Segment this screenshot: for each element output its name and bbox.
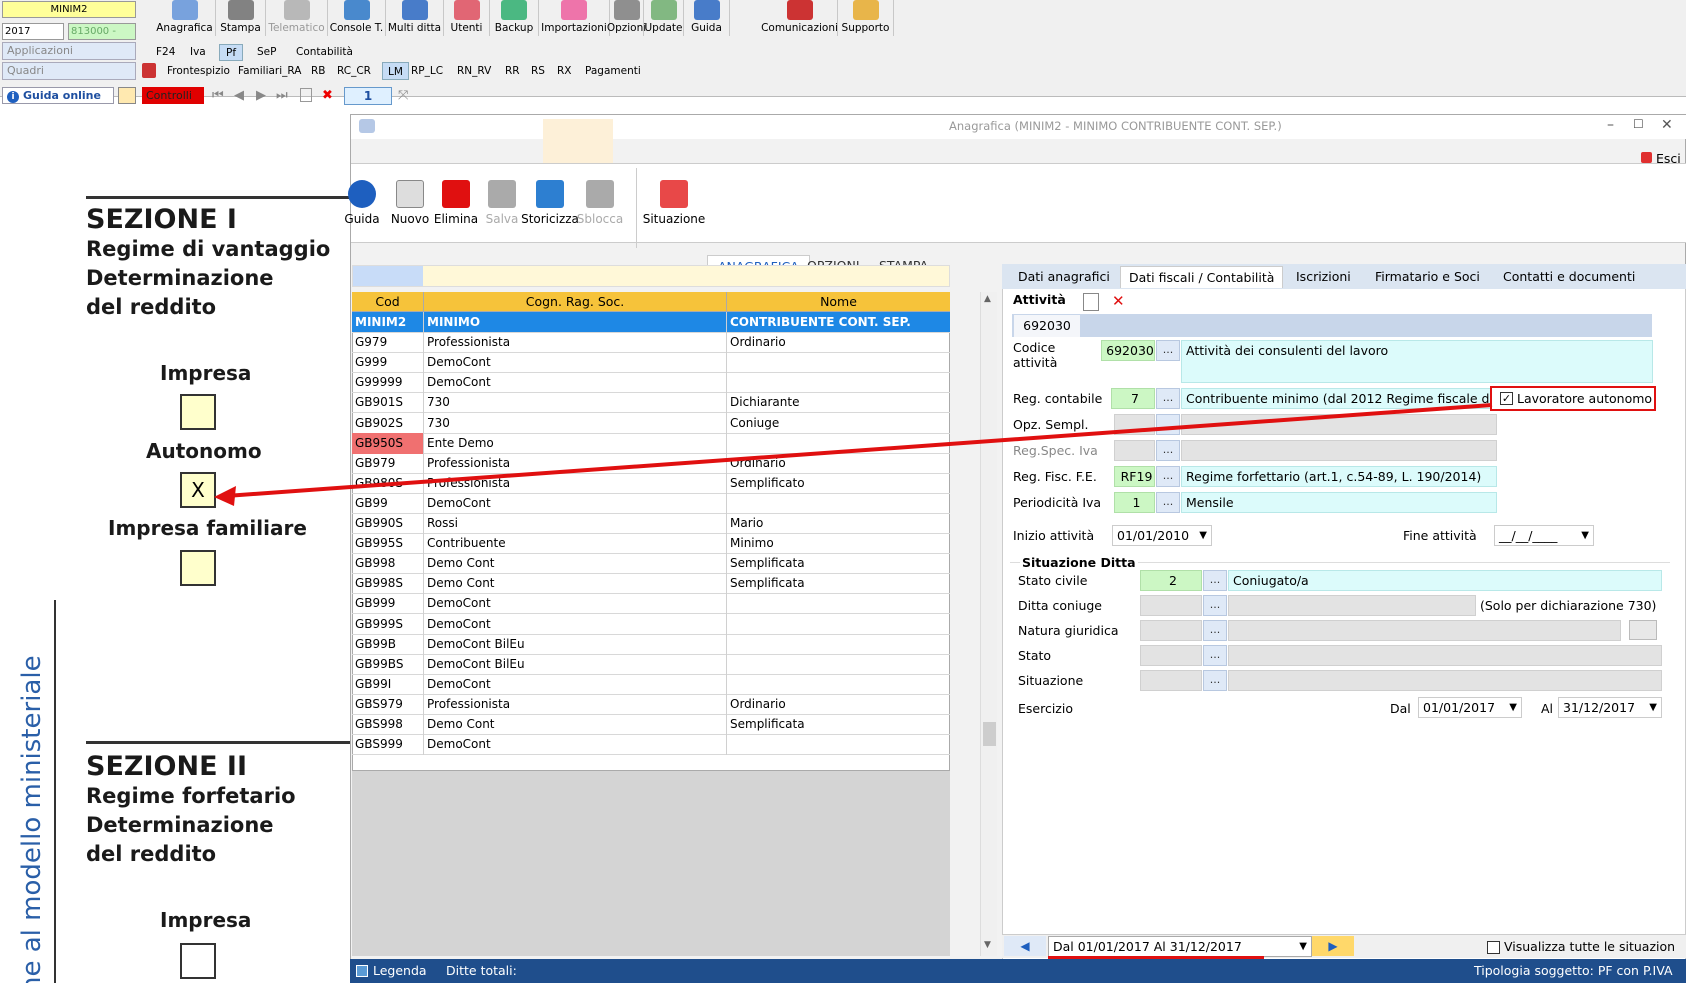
annotation-arrow — [214, 403, 1493, 506]
